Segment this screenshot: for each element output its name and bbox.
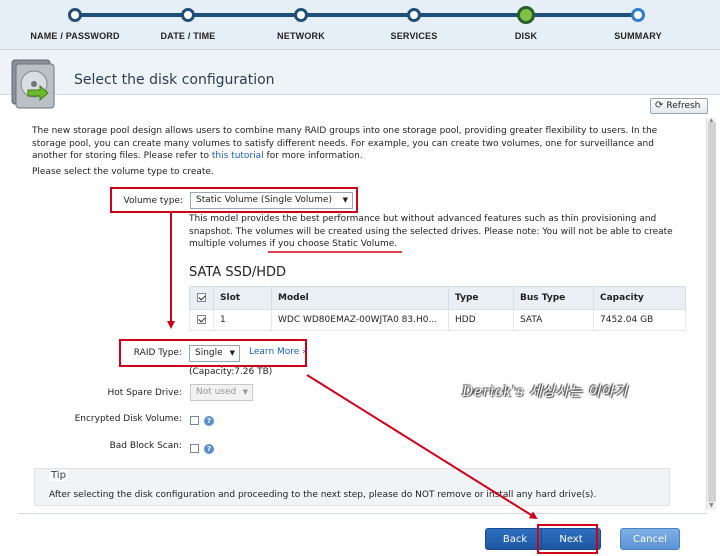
chevron-down-icon: ▼ bbox=[229, 349, 235, 357]
encrypted-volume-label: Encrypted Disk Volume: bbox=[74, 414, 182, 424]
column-header: Slot bbox=[213, 286, 272, 310]
vertical-scrollbar[interactable]: ▲ ▼ bbox=[706, 117, 716, 510]
help-icon[interactable]: ? bbox=[204, 444, 214, 454]
cancel-button[interactable]: Cancel bbox=[620, 528, 680, 550]
encrypted-volume-checkbox[interactable] bbox=[190, 416, 199, 425]
refresh-icon: ⟳ bbox=[655, 100, 664, 111]
drive-model: WDC WD80EMAZ-00WJTA0 83.H0... bbox=[271, 309, 449, 331]
help-icon[interactable]: ? bbox=[204, 416, 214, 426]
select-all-checkbox[interactable] bbox=[197, 293, 206, 302]
refresh-label: Refresh bbox=[666, 101, 701, 111]
wizard-steps: NAME / PASSWORD DATE / TIME NETWORK SERV… bbox=[0, 0, 720, 50]
content-pane: The new storage pool design allows users… bbox=[18, 118, 706, 514]
table-row[interactable]: 1 WDC WD80EMAZ-00WJTA0 83.H0... HDD SATA… bbox=[189, 309, 686, 331]
volume-type-select[interactable]: Static Volume (Single Volume) ▼ bbox=[190, 192, 353, 209]
step-dot bbox=[181, 8, 195, 22]
tip-text: After selecting the disk configuration a… bbox=[49, 490, 597, 500]
tip-title: Tip bbox=[49, 470, 68, 481]
step-name-password: NAME / PASSWORD bbox=[20, 0, 130, 41]
step-label: DISK bbox=[514, 31, 538, 41]
bad-block-scan-checkbox[interactable] bbox=[190, 444, 199, 453]
hot-spare-select[interactable]: Not used ▼ bbox=[190, 384, 253, 401]
scroll-down-icon[interactable]: ▼ bbox=[709, 502, 714, 509]
step-disk: DISK bbox=[471, 0, 581, 41]
learn-more-link[interactable]: Learn More » bbox=[249, 347, 308, 357]
step-label: NETWORK bbox=[277, 31, 325, 41]
select-prompt: Please select the volume type to create. bbox=[32, 167, 214, 177]
step-services: SERVICES bbox=[359, 0, 469, 41]
volume-type-label: Volume type: bbox=[123, 196, 183, 206]
step-dot-active bbox=[517, 6, 535, 24]
step-dot bbox=[631, 8, 645, 22]
hot-spare-label: Hot Spare Drive: bbox=[107, 388, 182, 398]
step-label: SERVICES bbox=[390, 31, 438, 41]
back-button[interactable]: Back bbox=[485, 528, 545, 550]
column-header: Capacity bbox=[593, 286, 686, 310]
drive-bus-type: SATA bbox=[513, 309, 594, 331]
page-title: Select the disk configuration bbox=[74, 72, 275, 88]
bad-block-scan-label: Bad Block Scan: bbox=[109, 441, 182, 451]
refresh-button[interactable]: ⟳ Refresh bbox=[650, 98, 708, 114]
raid-type-select[interactable]: Single ▼ bbox=[189, 345, 240, 362]
drive-checkbox[interactable] bbox=[197, 315, 206, 324]
disk-drive-icon bbox=[11, 59, 55, 109]
step-network: NETWORK bbox=[246, 0, 356, 41]
drive-slot: 1 bbox=[213, 309, 272, 331]
step-label: NAME / PASSWORD bbox=[30, 31, 120, 41]
table-header-row: Slot Model Type Bus Type Capacity bbox=[189, 286, 686, 310]
chevron-down-icon: ▼ bbox=[342, 196, 348, 204]
step-dot bbox=[407, 8, 421, 22]
watermark-text: Derick's 세상사는 이야기 bbox=[462, 384, 628, 400]
step-dot bbox=[294, 8, 308, 22]
column-header: Type bbox=[448, 286, 514, 310]
raid-capacity: (Capacity:7.26 TB) bbox=[189, 367, 273, 377]
step-summary: SUMMARY bbox=[583, 0, 693, 41]
step-label: DATE / TIME bbox=[160, 31, 216, 41]
drive-table: Slot Model Type Bus Type Capacity 1 WDC … bbox=[189, 286, 686, 331]
drive-type: HDD bbox=[448, 309, 514, 331]
column-header: Bus Type bbox=[513, 286, 594, 310]
page-header: Select the disk configuration bbox=[0, 50, 720, 109]
scrollbar-thumb[interactable] bbox=[708, 122, 716, 502]
raid-type-label: RAID Type: bbox=[133, 348, 182, 358]
tip-box: Tip After selecting the disk configurati… bbox=[34, 468, 670, 506]
column-header: Model bbox=[271, 286, 449, 310]
chevron-down-icon: ▼ bbox=[242, 388, 248, 396]
footer-divider bbox=[18, 513, 708, 514]
step-label: SUMMARY bbox=[614, 31, 662, 41]
drive-section-title: SATA SSD/HDD bbox=[189, 265, 287, 280]
step-date-time: DATE / TIME bbox=[133, 0, 243, 41]
intro-text: The new storage pool design allows users… bbox=[32, 126, 658, 161]
volume-type-description: This model provides the best performance… bbox=[189, 214, 673, 249]
step-dot bbox=[68, 8, 82, 22]
drive-capacity: 7452.04 GB bbox=[593, 309, 686, 331]
tutorial-link[interactable]: this tutorial bbox=[212, 151, 264, 161]
next-button[interactable]: Next bbox=[541, 528, 601, 550]
